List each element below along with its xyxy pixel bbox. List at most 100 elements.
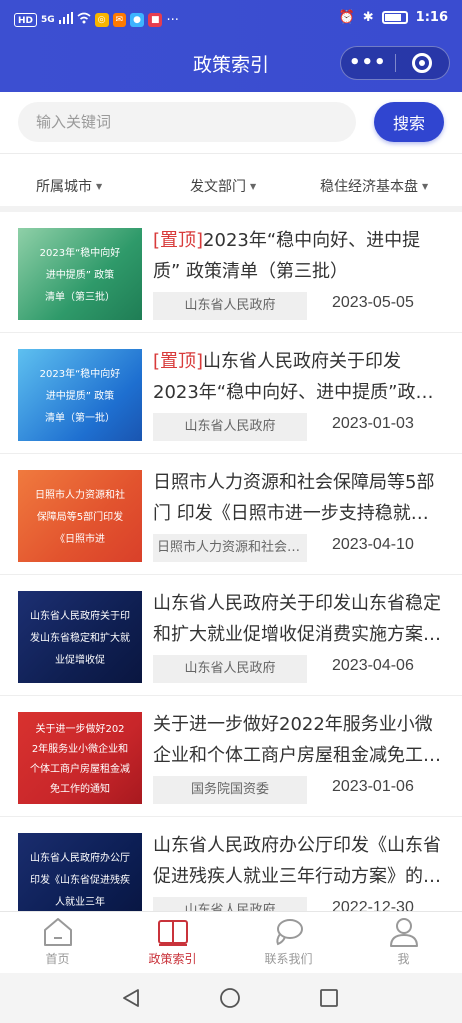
item-date: 2022-12-30: [332, 899, 414, 911]
item-thumbnail: 山东省人民政府办公厅 印发《山东省促进残疾 人就业三年: [18, 833, 142, 911]
book-icon: [157, 920, 188, 946]
target-close-icon: [412, 53, 433, 73]
clock: 1:16: [415, 10, 448, 25]
thumbnail-text: 2023年“稳中向好: [39, 369, 121, 380]
item-title: 日照市人力资源和社会保障局等5部门 印发《日照市进一步支持稳就业的若干措施》的通…: [153, 467, 445, 529]
status-icons-left: HD 5G ◎ ✉ ● ■ ···: [14, 12, 179, 28]
thumbnail-text: 发山东省稳定和扩大就: [30, 633, 130, 644]
battery-icon: [381, 11, 408, 24]
more-dots-icon: •••: [348, 52, 387, 73]
list-item[interactable]: 山东省人民政府办公厅 印发《山东省促进残疾 人就业三年 山东省人民政府办公厅印发…: [0, 818, 462, 911]
thumbnail-text: 印发《山东省促进残疾: [30, 875, 130, 886]
hd-badge: HD: [14, 13, 38, 27]
search-button[interactable]: 搜索: [374, 102, 444, 142]
thumbnail-text: 人就业三年: [55, 897, 105, 908]
caret-down-icon: ▼: [96, 181, 103, 191]
home-icon: [43, 918, 72, 946]
back-triangle-icon[interactable]: [120, 987, 142, 1009]
filter-label: 稳住经济基本盘: [320, 179, 418, 195]
list-item[interactable]: 山东省人民政府关于印 发山东省稳定和扩大就 业促增收促 山东省人民政府关于印发山…: [0, 576, 462, 696]
item-thumbnail: 关于进一步做好202 2年服务业小微企业和 个体工商户房屋租金减 免工作的通知: [18, 712, 142, 804]
department-tag: 山东省人民政府: [153, 292, 307, 320]
app-notification-icon: ■: [147, 13, 163, 27]
item-thumbnail: 2023年“稳中向好 进中提质” 政策 清单（第一批）: [18, 349, 142, 441]
item-date: 2023-05-05: [332, 294, 414, 311]
item-date: 2023-04-10: [332, 536, 414, 553]
bottom-tab-bar: 首页 政策索引 联系我们 我: [0, 911, 462, 973]
list-item[interactable]: 日照市人力资源和社 保障局等5部门印发 《日照市进 日照市人力资源和社会保障局等…: [0, 455, 462, 575]
caret-down-icon: ▼: [422, 181, 429, 191]
filter-category[interactable]: 稳住经济基本盘 ▼: [320, 176, 428, 196]
item-title-text: 山东省人民政府办公厅印发《山东省促进残疾人就业三年行动方案》的通知: [153, 835, 441, 887]
home-circle-icon[interactable]: [219, 987, 241, 1009]
tab-policy-index[interactable]: 政策索引: [115, 916, 230, 967]
item-date: 2023-04-06: [332, 657, 414, 674]
thumbnail-text: 日照市人力资源和社: [35, 490, 125, 501]
filter-bar: 所属城市 ▼ 发文部门 ▼ 稳住经济基本盘 ▼: [0, 154, 462, 212]
tab-label: 政策索引: [148, 952, 197, 966]
search-bar: 搜索: [0, 92, 462, 154]
system-navigation-bar: [0, 973, 462, 1023]
item-date: 2023-01-03: [332, 415, 414, 432]
filter-label: 所属城市: [36, 179, 92, 195]
list-item[interactable]: 关于进一步做好202 2年服务业小微企业和 个体工商户房屋租金减 免工作的通知 …: [0, 697, 462, 817]
list-item[interactable]: 2023年“稳中向好 进中提质” 政策 清单（第一批） [置顶]山东省人民政府关…: [0, 334, 462, 454]
department-tag: 山东省人民政府: [153, 897, 307, 911]
thumbnail-text: 山东省人民政府关于印: [30, 611, 130, 622]
close-miniprogram-button[interactable]: [396, 47, 450, 79]
thumbnail-text: 清单（第一批）: [45, 413, 115, 424]
thumbnail-text: 免工作的通知: [50, 784, 110, 795]
thumbnail-text: 《日照市进: [55, 534, 105, 545]
tab-home[interactable]: 首页: [0, 916, 115, 967]
thumbnail-text: 个体工商户房屋租金减: [30, 764, 130, 775]
thumbnail-text: 2年服务业小微企业和: [31, 744, 129, 755]
tab-contact[interactable]: 联系我们: [231, 916, 346, 967]
filter-label: 发文部门: [190, 179, 246, 195]
thumbnail-text: 业促增收促: [55, 655, 105, 666]
chat-icon: [275, 919, 303, 946]
more-menu-button[interactable]: •••: [341, 47, 395, 79]
app-notification-icon: ✉: [112, 13, 127, 27]
app-notification-icon: ●: [130, 13, 144, 27]
item-title: 山东省人民政府关于印发山东省稳定和扩大就业促增收促消费实施方案的通知: [153, 588, 445, 650]
department-tag: 山东省人民政府: [153, 413, 307, 441]
pinned-tag: [置顶]: [153, 230, 204, 251]
item-thumbnail: 2023年“稳中向好 进中提质” 政策 清单（第三批）: [18, 228, 142, 320]
list-item[interactable]: 2023年“稳中向好 进中提质” 政策 清单（第三批） [置顶]2023年“稳中…: [0, 213, 462, 333]
wifi-icon: [77, 12, 91, 28]
recents-square-icon[interactable]: [318, 987, 340, 1009]
filter-department[interactable]: 发文部门 ▼: [190, 176, 256, 196]
department-tag: 日照市人力资源和社会保障局: [153, 534, 307, 562]
tab-label: 首页: [45, 952, 70, 966]
filter-city[interactable]: 所属城市 ▼: [36, 176, 102, 196]
department-tag: 山东省人民政府: [153, 655, 307, 683]
network-5g-icon: 5G: [41, 15, 55, 25]
thumbnail-text: 2023年“稳中向好: [39, 248, 121, 259]
tab-label: 联系我们: [264, 952, 313, 966]
pinned-tag: [置顶]: [153, 351, 204, 372]
search-input[interactable]: [18, 102, 356, 142]
tab-label: 我: [397, 952, 410, 966]
miniprogram-capsule: •••: [340, 46, 450, 80]
user-icon: [389, 918, 418, 947]
signal-icon: [58, 12, 73, 28]
item-title-text: 山东省人民政府关于印发山东省稳定和扩大就业促增收促消费实施方案的通知: [153, 593, 441, 645]
item-title: 关于进一步做好2022年服务业小微企业和个体工商户房屋租金减免工作的通知: [153, 709, 445, 771]
policy-list: 2023年“稳中向好 进中提质” 政策 清单（第三批） [置顶]2023年“稳中…: [0, 213, 462, 911]
tab-me[interactable]: 我: [346, 916, 461, 967]
item-title-text: 关于进一步做好2022年服务业小微企业和个体工商户房屋租金减免工作的通知: [153, 714, 441, 766]
caret-down-icon: ▼: [250, 181, 257, 191]
bluetooth-icon: ✱: [362, 10, 374, 25]
item-title: [置顶]山东省人民政府关于印发2023年“稳中向好、进中提质”政策清单（第一批）…: [153, 346, 445, 408]
thumbnail-text: 保障局等5部门印发: [36, 512, 124, 523]
thumbnail-text: 山东省人民政府办公厅: [30, 853, 130, 864]
thumbnail-text: 进中提质” 政策: [45, 270, 115, 281]
app-header: HD 5G ◎ ✉ ● ■ ··· ⏰ ✱ 1:16 政策索引 •••: [0, 0, 462, 92]
status-icons-right: ⏰ ✱ 1:16: [339, 10, 448, 25]
thumbnail-text: 进中提质” 政策: [45, 391, 115, 402]
thumbnail-text: 关于进一步做好202: [35, 724, 125, 735]
item-title: 山东省人民政府办公厅印发《山东省促进残疾人就业三年行动方案》的通知: [153, 830, 445, 892]
thumbnail-text: 清单（第三批）: [45, 292, 115, 303]
app-notification-icon: ◎: [94, 13, 109, 27]
item-title: [置顶]2023年“稳中向好、进中提质” 政策清单（第三批）: [153, 225, 445, 287]
